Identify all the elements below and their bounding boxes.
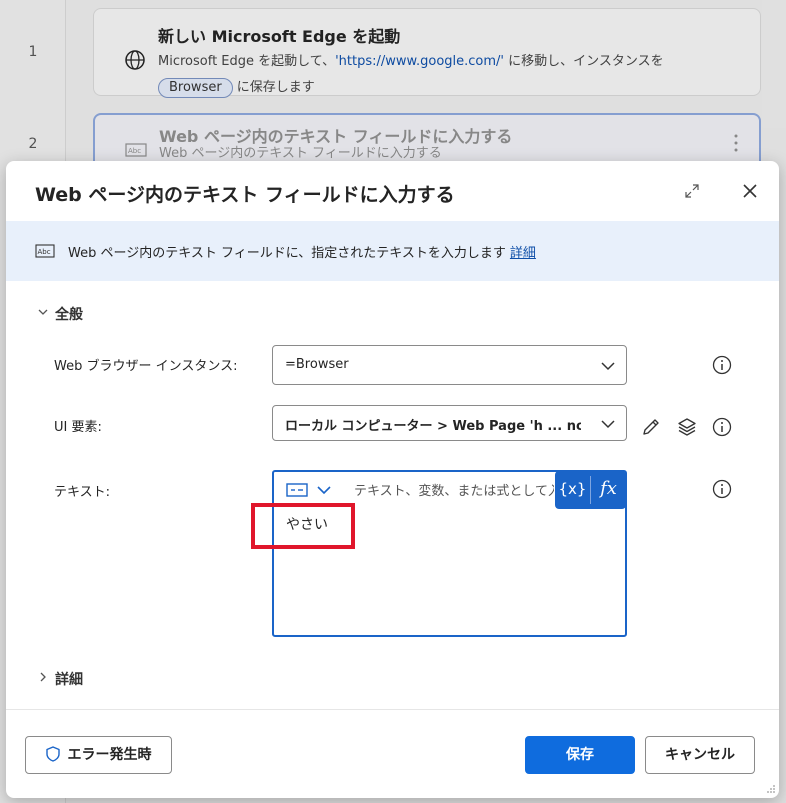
on-error-button[interactable]: エラー発生時 [25,736,172,774]
ui-element-value: ローカル コンピューター > Web Page 'h ... no_sw_cr=… [285,419,581,434]
highlight-box [251,503,355,549]
ui-element-label: UI 要素: [54,420,102,435]
textfield-icon: Abc [35,244,55,258]
ui-element-select[interactable]: ローカル コンピューター > Web Page 'h ... no_sw_cr=… [272,405,627,441]
resize-grip-icon[interactable] [766,784,776,794]
close-icon[interactable] [740,181,760,201]
section-details[interactable]: 詳細 [55,669,83,689]
insert-variable-button[interactable]: {x} [555,471,590,509]
chevron-down-icon [601,362,615,371]
expression-buttons: {x} fx [555,471,626,509]
learn-more-link[interactable]: 詳細 [510,246,536,261]
browser-instance-value: =Browser [285,357,349,372]
layers-icon[interactable] [676,416,698,438]
chevron-down-icon [601,420,615,429]
edit-pencil-icon[interactable] [640,416,662,438]
svg-text:Abc: Abc [38,248,51,256]
footer-divider [6,709,779,710]
text-placeholder: テキスト、変数、または式として入力 [354,484,554,499]
expand-icon[interactable] [682,181,702,201]
chevron-down-icon[interactable] [316,482,332,498]
info-description: Web ページ内のテキスト フィールドに、指定されたテキストを入力します [68,246,506,261]
browser-instance-label: Web ブラウザー インスタンス: [54,359,238,374]
info-icon[interactable] [712,417,732,437]
text-label: テキスト: [54,485,110,500]
section-general[interactable]: 全般 [55,304,83,324]
browser-instance-select[interactable]: =Browser [272,345,627,385]
text-mode-icon[interactable] [286,482,308,498]
dialog-title: Web ページ内のテキスト フィールドに入力する [35,184,455,206]
cancel-button[interactable]: キャンセル [645,736,755,774]
info-banner: Abc Web ページ内のテキスト フィールドに、指定されたテキストを入力します… [6,221,779,281]
chevron-right-icon[interactable] [37,671,49,683]
text-input-area[interactable]: テキスト、変数、または式として入力 {x} fx やさい [272,470,627,637]
insert-function-button[interactable]: fx [591,471,626,509]
shield-icon [45,745,60,762]
info-text: Web ページ内のテキスト フィールドに、指定されたテキストを入力します 詳細 [68,242,536,261]
info-icon[interactable] [712,479,732,499]
info-icon[interactable] [712,355,732,375]
chevron-down-icon[interactable] [37,306,49,318]
on-error-label: エラー発生時 [67,747,152,763]
save-button[interactable]: 保存 [525,736,635,774]
action-dialog: Web ページ内のテキスト フィールドに入力する Abc Web ページ内のテキ… [6,161,779,798]
